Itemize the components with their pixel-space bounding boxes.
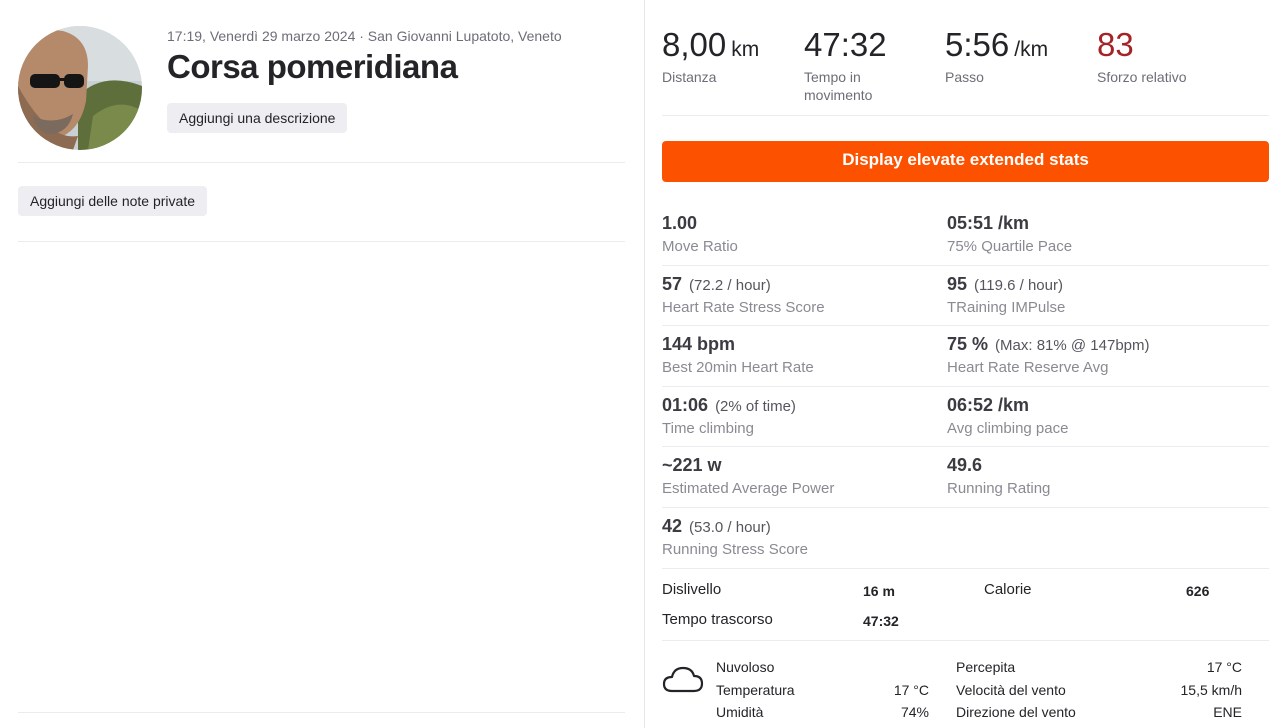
- extended-stat-value: 95: [947, 273, 968, 294]
- wind-direction-value: ENE: [1213, 704, 1242, 720]
- add-description-button[interactable]: Aggiungi una descrizione: [167, 103, 348, 133]
- extended-stat-label: 75% Quartile Pace: [947, 238, 1073, 255]
- extended-stat-label: Estimated Average Power: [662, 480, 835, 497]
- stat-pace: 5:56/km Passo: [945, 26, 1065, 86]
- extended-stat-value: 42: [662, 515, 683, 536]
- extended-stat-label: Heart Rate Stress Score: [662, 298, 825, 316]
- humidity-value: 74%: [900, 704, 929, 720]
- extended-stat-sub: (2% of time): [715, 397, 796, 415]
- extended-stat-label: Best 20min Heart Rate: [662, 359, 814, 376]
- temperature-label: Temperatura: [716, 682, 795, 698]
- stat-label: Passo: [945, 69, 984, 85]
- athlete-avatar[interactable]: [18, 26, 142, 150]
- extended-stat[interactable]: 144 bpm Best 20min Heart Rate: [662, 334, 814, 376]
- feels-like-value: 17 °C: [1206, 659, 1242, 675]
- stats-row: 144 bpm Best 20min Heart Rate 75 % (Max:…: [662, 326, 1269, 387]
- stat-value: 8,00: [662, 26, 727, 63]
- extended-stat-label: Heart Rate Reserve Avg: [947, 359, 1109, 376]
- calories-label: Calorie: [984, 581, 1032, 598]
- stat-unit: km: [731, 38, 760, 61]
- extended-stat-value: ~221 w: [662, 455, 722, 475]
- extended-stat[interactable]: 06:52 /km Avg climbing pace: [947, 395, 1068, 437]
- stat-value: 5:56: [945, 26, 1010, 63]
- wind-speed-value: 15,5 km/h: [1180, 682, 1242, 698]
- extended-stat[interactable]: 75 % (Max: 81% @ 147bpm) Heart Rate Rese…: [947, 334, 1150, 376]
- stat-label: Sforzo relativo: [1097, 69, 1187, 85]
- extended-stat-value: 49.6: [947, 455, 983, 475]
- weather-condition: Nuvoloso: [716, 659, 775, 675]
- stat-label: Tempo in movimento: [804, 69, 873, 103]
- extended-stat-label: Time climbing: [662, 419, 754, 437]
- stat-label: Distanza: [662, 69, 717, 85]
- temperature-value: 17 °C: [893, 682, 929, 698]
- extended-stat-value: 05:51 /km: [947, 213, 1030, 233]
- cloud-icon: [662, 666, 704, 693]
- extended-stat-label: Running Stress Score: [662, 540, 808, 558]
- extended-stat-sub: (119.6 / hour): [974, 276, 1063, 294]
- weather-section: Nuvoloso Temperatura 17 °C Umidità 74% P…: [662, 656, 1269, 728]
- divider: [18, 241, 625, 242]
- extended-stat[interactable]: 49.6 Running Rating: [947, 455, 1050, 497]
- extended-stats-grid: 1.00 Move Ratio 05:51 /km 75% Quartile P…: [662, 205, 1269, 568]
- stats-row: 42 (53.0 / hour) Running Stress Score: [662, 508, 1269, 569]
- extended-stat-label: Avg climbing pace: [947, 419, 1069, 437]
- stats-row: ~221 w Estimated Average Power 49.6 Runn…: [662, 447, 1269, 508]
- extended-stat-sub: (72.2 / hour): [689, 276, 771, 294]
- extended-stat-value: 75 %: [947, 334, 989, 354]
- stats-row: 57 (72.2 / hour) Heart Rate Stress Score…: [662, 266, 1269, 326]
- activity-header-panel: 17:19, Venerdì 29 marzo 2024 · San Giova…: [0, 0, 645, 728]
- extended-stat-label: Running Rating: [947, 480, 1051, 497]
- activity-title[interactable]: Corsa pomeridiana: [167, 48, 458, 86]
- humidity-label: Umidità: [716, 704, 764, 720]
- extended-stat[interactable]: 05:51 /km 75% Quartile Pace: [947, 213, 1072, 255]
- add-private-notes-button[interactable]: Aggiungi delle note private: [18, 186, 208, 216]
- feels-like-label: Percepita: [956, 659, 1016, 675]
- divider: [18, 162, 625, 163]
- divider: [662, 115, 1269, 116]
- extended-stat-sub: (Max: 81% @ 147bpm): [995, 337, 1150, 354]
- elevation-gain-value: 16 m: [863, 583, 895, 599]
- stat-value: 47:32: [804, 26, 887, 63]
- extended-stat[interactable]: 95 (119.6 / hour) TRaining IMPulse: [947, 274, 1065, 316]
- activity-datetime-location: 17:19, Venerdì 29 marzo 2024 · San Giova…: [167, 28, 562, 44]
- calories-value: 626: [1186, 583, 1210, 599]
- elapsed-time-label: Tempo trascorso: [662, 611, 773, 628]
- stats-row: 01:06 (2% of time) Time climbing 06:52 /…: [662, 387, 1269, 447]
- extended-stat-label: Move Ratio: [662, 238, 738, 255]
- elevation-gain-label: Dislivello: [662, 581, 722, 598]
- stat-distance: 8,00 km Distanza: [662, 26, 782, 86]
- extended-stat-value: 57: [662, 273, 683, 294]
- activity-stats-panel: 8,00 km Distanza 47:32 Tempo in movimento…: [646, 0, 1280, 728]
- activity-summary: Dislivello 16 m Calorie 626 Tempo trasco…: [662, 568, 1269, 641]
- elapsed-time-value: 47:32: [863, 613, 899, 629]
- extended-stat-label: TRaining IMPulse: [947, 298, 1066, 316]
- extended-stat-value: 06:52 /km: [947, 394, 1030, 415]
- stats-row: 1.00 Move Ratio 05:51 /km 75% Quartile P…: [662, 205, 1269, 266]
- extended-stat[interactable]: 57 (72.2 / hour) Heart Rate Stress Score: [662, 274, 825, 316]
- extended-stat[interactable]: 1.00 Move Ratio: [662, 213, 738, 255]
- extended-stat-value: 01:06: [662, 394, 709, 415]
- stat-unit: /km: [1014, 38, 1049, 61]
- extended-stat[interactable]: 01:06 (2% of time) Time climbing: [662, 395, 796, 437]
- extended-stat[interactable]: ~221 w Estimated Average Power: [662, 455, 834, 497]
- extended-stat-value: 144 bpm: [662, 334, 736, 354]
- extended-stat-sub: (53.0 / hour): [689, 518, 771, 536]
- wind-speed-label: Velocità del vento: [956, 682, 1066, 698]
- stat-moving-time: 47:32 Tempo in movimento: [804, 26, 914, 104]
- stat-relative-effort[interactable]: 83 Sforzo relativo: [1097, 26, 1237, 86]
- stat-value: 83: [1097, 26, 1134, 63]
- extended-stat[interactable]: 42 (53.0 / hour) Running Stress Score: [662, 516, 808, 558]
- divider: [18, 712, 625, 713]
- wind-direction-label: Direzione del vento: [956, 704, 1076, 720]
- elevate-extended-stats-button[interactable]: Display elevate extended stats: [662, 141, 1269, 182]
- extended-stat-value: 1.00: [662, 213, 698, 233]
